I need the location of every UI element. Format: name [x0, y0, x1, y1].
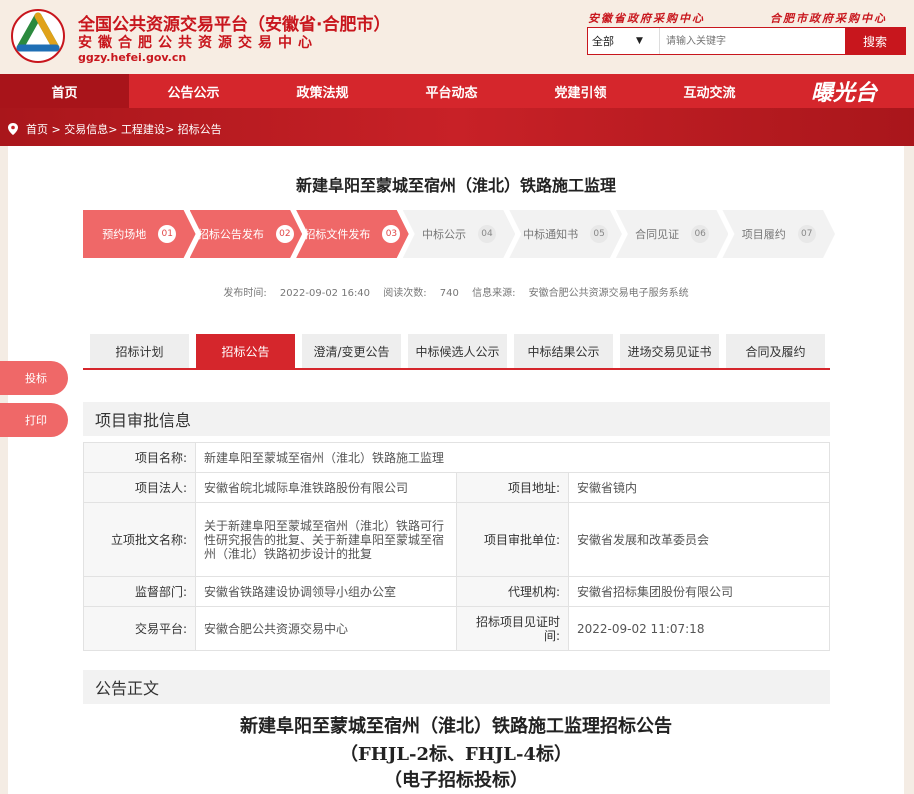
value-legal-entity: 安徽省皖北城际阜淮铁路股份有限公司: [195, 472, 457, 503]
value-approval-doc: 关于新建阜阳至蒙城至宿州（淮北）铁路可行性研究报告的批复、关于新建阜阳至蒙城至宿…: [195, 502, 457, 577]
breadcrumb-trade-info[interactable]: 交易信息: [64, 121, 108, 137]
site-subtitle: 安徽合肥公共资源交易中心: [78, 35, 318, 51]
doc-title-lots: （FHJL-2标、FHJL-4标）: [340, 744, 572, 765]
step-2: 招标公告发布 02: [190, 210, 303, 258]
step-5: 中标通知书 05: [509, 210, 622, 258]
page-title: 新建阜阳至蒙城至宿州（淮北）铁路施工监理: [295, 176, 616, 195]
nav-item-news[interactable]: 平台动态: [387, 74, 516, 108]
breadcrumb-bar: 首页 > 交易信息 > 工程建设 > 招标公告: [0, 108, 914, 146]
nav-exposure-logo[interactable]: 曝光台: [774, 74, 914, 108]
tab-underline: [83, 368, 830, 370]
table-row: 立项批文名称: 关于新建阜阳至蒙城至宿州（淮北）铁路可行性研究报告的批复、关于新…: [83, 502, 830, 577]
tab-candidates[interactable]: 中标候选人公示: [408, 334, 507, 368]
nav-item-party[interactable]: 党建引领: [516, 74, 645, 108]
tab-plan[interactable]: 招标计划: [90, 334, 189, 368]
section-title-approval: 项目审批信息: [83, 402, 830, 436]
step-label: 合同见证: [635, 228, 680, 241]
step-label: 预约场地: [102, 228, 147, 241]
source-label: 信息来源:: [472, 288, 516, 299]
step-7: 项目履约 07: [722, 210, 835, 258]
label-approval-doc: 立项批文名称:: [83, 502, 196, 577]
table-row: 监督部门: 安徽省铁路建设协调领导小组办公室 代理机构: 安徽省招标集团股份有限…: [83, 576, 830, 607]
breadcrumb-home[interactable]: 首页: [26, 121, 48, 137]
value-witness-time: 2022-09-02 11:07:18: [568, 606, 830, 651]
breadcrumb-current: 招标公告: [177, 123, 222, 136]
publish-meta: 发布时间: 2022-09-02 16:40 阅读次数: 740 信息来源: 安…: [8, 284, 904, 299]
label-legal-entity: 项目法人:: [83, 472, 196, 503]
link-province-procurement[interactable]: 安徽省政府采购中心: [588, 10, 705, 26]
label-approver: 项目审批单位:: [456, 502, 569, 577]
step-3: 招标文件发布 03: [296, 210, 409, 258]
approval-info-table: 项目名称: 新建阜阳至蒙城至宿州（淮北）铁路施工监理 项目法人: 安徽省皖北城际…: [83, 442, 830, 651]
table-row: 交易平台: 安徽合肥公共资源交易中心 招标项目见证时间: 2022-09-02 …: [83, 606, 830, 651]
site-logo-icon[interactable]: [10, 8, 66, 64]
search-scope-value: 全部: [592, 35, 614, 48]
step-number: 02: [276, 225, 294, 243]
value-platform: 安徽合肥公共资源交易中心: [195, 606, 457, 651]
value-agent: 安徽省招标集团股份有限公司: [568, 576, 830, 607]
search-button[interactable]: 搜索: [845, 28, 905, 54]
step-number: 03: [382, 225, 400, 243]
search-input[interactable]: [660, 28, 845, 54]
chevron-down-icon: ▼: [636, 36, 643, 46]
views-label: 阅读次数:: [383, 288, 427, 299]
tab-contract[interactable]: 合同及履约: [726, 334, 825, 368]
label-agent: 代理机构:: [456, 576, 569, 607]
step-number: 04: [478, 225, 496, 243]
step-number: 01: [158, 225, 176, 243]
value-project-address: 安徽省镜内: [568, 472, 830, 503]
link-city-procurement[interactable]: 合肥市政府采购中心: [770, 10, 887, 26]
notice-tabs: 招标计划 招标公告 澄清/变更公告 中标候选人公示 中标结果公示 进场交易见证书…: [90, 334, 832, 368]
tab-clarification[interactable]: 澄清/变更公告: [302, 334, 401, 368]
bid-button[interactable]: 投标: [0, 361, 68, 395]
tab-result[interactable]: 中标结果公示: [514, 334, 613, 368]
content-panel: 新建阜阳至蒙城至宿州（淮北）铁路施工监理 预约场地 01 招标公告发布 02 招标文…: [8, 146, 904, 794]
value-supervisor: 安徽省铁路建设协调领导小组办公室: [195, 576, 457, 607]
location-pin-icon: [8, 123, 18, 135]
nav-item-policy[interactable]: 政策法规: [258, 74, 387, 108]
tab-certificate[interactable]: 进场交易见证书: [620, 334, 719, 368]
table-row: 项目法人: 安徽省皖北城际阜淮铁路股份有限公司 项目地址: 安徽省镜内: [83, 472, 830, 503]
site-url: ggzy.hefei.gov.cn: [78, 51, 187, 64]
source: 安徽合肥公共资源交易电子服务系统: [528, 288, 689, 299]
step-number: 06: [691, 225, 709, 243]
doc-title-mode: （电子招标投标）: [384, 770, 528, 791]
step-label: 中标公示: [422, 228, 467, 241]
breadcrumb-engineering[interactable]: 工程建设: [121, 121, 165, 137]
print-button[interactable]: 打印: [0, 403, 68, 437]
label-witness-time: 招标项目见证时间:: [456, 606, 569, 651]
progress-steps: 预约场地 01 招标公告发布 02 招标文件发布 03 中标公示 04 中标通知书 05 …: [83, 210, 829, 258]
step-1: 预约场地 01: [83, 210, 196, 258]
step-6: 合同见证 06: [616, 210, 729, 258]
tab-notice[interactable]: 招标公告: [196, 334, 295, 368]
section-title-body: 公告正文: [83, 670, 830, 704]
publish-time: 2022-09-02 16:40: [279, 288, 371, 299]
step-4: 中标公示 04: [403, 210, 516, 258]
step-label: 招标公告发布: [197, 228, 264, 241]
publish-time-label: 发布时间:: [223, 288, 267, 299]
nav-item-interaction[interactable]: 互动交流: [645, 74, 774, 108]
label-supervisor: 监督部门:: [83, 576, 196, 607]
table-row: 项目名称: 新建阜阳至蒙城至宿州（淮北）铁路施工监理: [83, 442, 830, 473]
step-number: 07: [798, 225, 816, 243]
value-approver: 安徽省发展和改革委员会: [568, 502, 830, 577]
value-project-name: 新建阜阳至蒙城至宿州（淮北）铁路施工监理: [195, 442, 830, 473]
breadcrumb: 首页 > 交易信息 > 工程建设 > 招标公告: [8, 121, 222, 137]
doc-title-main: 新建阜阳至蒙城至宿州（淮北）铁路施工监理招标公告: [240, 716, 672, 737]
search-box: 全部 ▼ 搜索: [587, 27, 906, 55]
nav-item-home[interactable]: 首页: [0, 74, 129, 108]
site-header: 全国公共资源交易平台（安徽省·合肥市） 安徽合肥公共资源交易中心 ggzy.he…: [0, 0, 914, 74]
step-number: 05: [590, 225, 608, 243]
step-label: 中标通知书: [523, 228, 579, 241]
search-scope-select[interactable]: 全部 ▼: [588, 28, 660, 54]
step-label: 招标文件发布: [304, 228, 371, 241]
label-project-name: 项目名称:: [83, 442, 196, 473]
label-platform: 交易平台:: [83, 606, 196, 651]
main-nav: 首页 公告公示 政策法规 平台动态 党建引领 互动交流 曝光台: [0, 74, 914, 108]
nav-item-notices[interactable]: 公告公示: [129, 74, 258, 108]
label-project-address: 项目地址:: [456, 472, 569, 503]
views-count: 740: [439, 288, 459, 299]
step-label: 项目履约: [741, 228, 786, 241]
